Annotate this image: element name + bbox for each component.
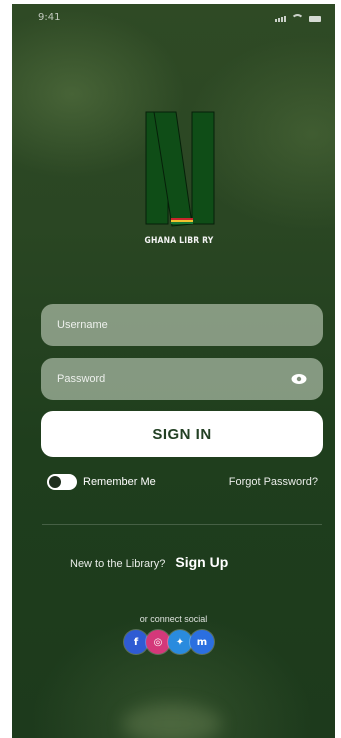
status-bar: 9:41 bbox=[12, 4, 335, 32]
battery-icon bbox=[309, 16, 321, 22]
remember-me-toggle[interactable] bbox=[47, 474, 77, 490]
forgot-password-link[interactable]: Forgot Password? bbox=[229, 476, 318, 488]
status-time: 9:41 bbox=[38, 12, 61, 23]
toggle-knob bbox=[49, 476, 61, 488]
facebook-icon[interactable]: f bbox=[124, 630, 148, 654]
messenger-icon[interactable]: m bbox=[190, 630, 214, 654]
twitter-icon[interactable]: ✦ bbox=[168, 630, 192, 654]
connect-social-label: or connect social bbox=[139, 614, 208, 624]
status-icons bbox=[275, 14, 321, 22]
logo-mark-icon bbox=[145, 111, 215, 227]
eye-icon[interactable] bbox=[291, 372, 307, 384]
social-buttons: f ◎ ✦ m bbox=[124, 630, 214, 654]
bottom-glow bbox=[122, 704, 222, 738]
wifi-icon bbox=[291, 14, 304, 22]
signup-prompt: New to the Library? bbox=[70, 558, 166, 570]
username-input[interactable] bbox=[57, 319, 307, 331]
remember-me-row[interactable]: Remember Me bbox=[47, 474, 156, 490]
sign-up-link[interactable]: Sign Up bbox=[175, 554, 228, 570]
sign-in-button[interactable]: SIGN IN bbox=[41, 411, 323, 457]
login-screen: 9:41 GHANA LIBR RY Username SIGN IN Reme… bbox=[12, 4, 335, 738]
divider bbox=[42, 524, 322, 525]
username-field[interactable] bbox=[41, 304, 323, 346]
password-input[interactable] bbox=[57, 373, 307, 385]
signup-row: New to the Library? Sign Up bbox=[70, 554, 228, 570]
signal-icon bbox=[275, 16, 286, 22]
remember-me-label: Remember Me bbox=[83, 476, 156, 488]
logo-caption: GHANA LIBR RY bbox=[144, 236, 214, 246]
ghana-library-logo: GHANA LIBR RY bbox=[124, 110, 234, 246]
instagram-icon[interactable]: ◎ bbox=[146, 630, 170, 654]
password-field[interactable] bbox=[41, 358, 323, 400]
